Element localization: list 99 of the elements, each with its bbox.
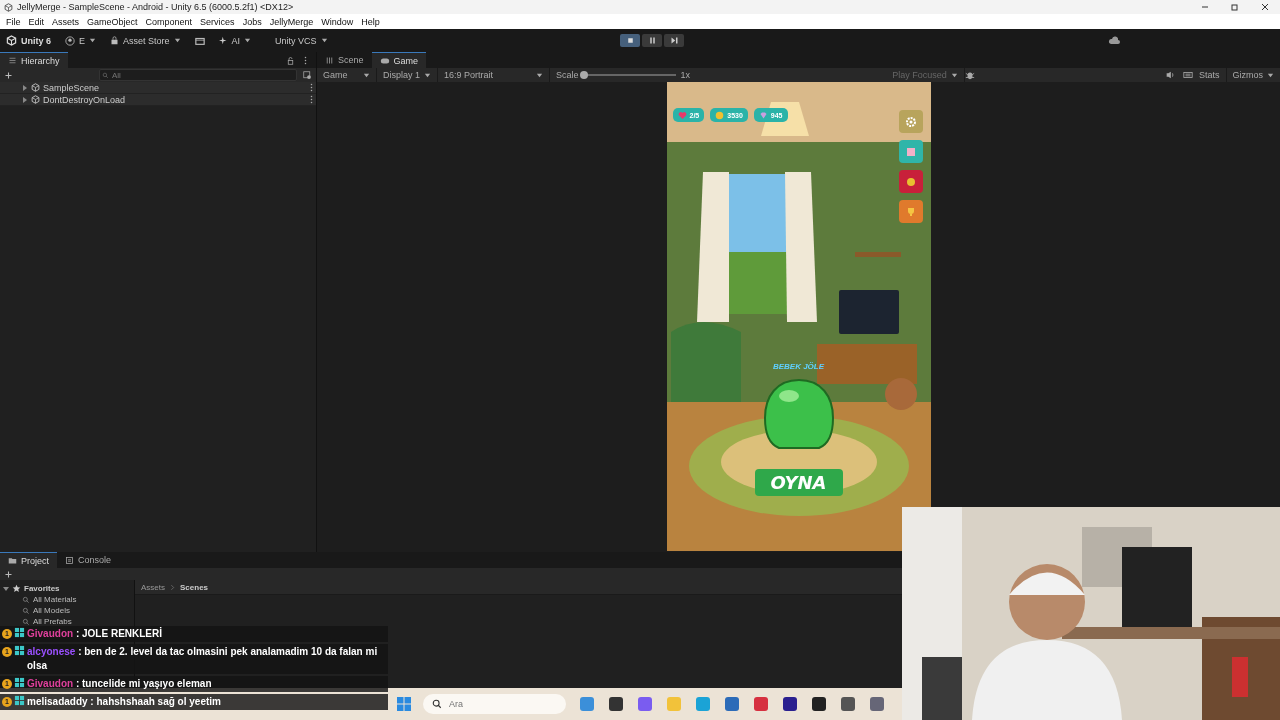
tree-item[interactable]: Favorites <box>24 584 60 593</box>
panel-tab[interactable]: Console <box>57 552 120 568</box>
panel-tab[interactable]: Project <box>0 552 57 568</box>
menu-item[interactable]: Help <box>357 16 384 27</box>
tree-item[interactable]: All Models <box>33 606 70 615</box>
expand-arrow-icon[interactable] <box>22 96 28 103</box>
menu-item[interactable]: JellyMerge <box>265 16 318 27</box>
cube-icon <box>6 35 17 46</box>
search-icon <box>102 71 109 79</box>
chat-message: Givaudon : tuncelide mi yaşıyo eleman <box>27 677 213 691</box>
bug-icon <box>964 70 975 80</box>
search-icon <box>22 617 30 626</box>
cube-icon <box>31 83 40 92</box>
breadcrumb-item[interactable]: Assets <box>141 582 165 592</box>
chat-message: melisadaddy : hahshshaah sağ ol yeetim <box>27 695 222 709</box>
app-icon[interactable] <box>606 694 625 714</box>
menu-item[interactable]: Assets <box>48 16 84 27</box>
scale-label: Scale <box>556 70 579 80</box>
menu-item[interactable]: Services <box>196 16 239 27</box>
bag-icon <box>110 36 120 45</box>
app-icon[interactable] <box>809 694 828 714</box>
play-control[interactable] <box>642 34 662 47</box>
cube-icon <box>31 95 40 104</box>
caret-icon <box>950 71 958 79</box>
audio-icon <box>1165 70 1175 80</box>
step-icon <box>669 36 679 45</box>
app-icon[interactable] <box>838 694 857 714</box>
chat-message: Givaudon : JOLE RENKLERİ <box>27 627 164 641</box>
ai-button[interactable]: AI <box>218 35 252 46</box>
tree-item[interactable]: All Prefabs <box>33 617 72 626</box>
menu-item[interactable]: Component <box>141 16 197 27</box>
pause-icon <box>647 36 657 45</box>
chat-message: alcyonese : ben de 2. level da tac olmasini pek analamadim 10 da falan mi olsa <box>27 645 379 673</box>
caret-icon <box>1267 71 1274 79</box>
breadcrumb-item[interactable]: Scenes <box>180 582 209 592</box>
menu-item[interactable]: GameObject <box>83 16 142 27</box>
caret-icon <box>89 37 97 44</box>
chevron-icon <box>169 583 176 591</box>
search-icon <box>22 606 30 615</box>
view-tab[interactable]: Game <box>371 52 427 68</box>
display-dropdown[interactable]: Display 1 <box>377 68 438 82</box>
asset-store-button[interactable]: Asset Store <box>110 35 181 46</box>
star-icon <box>12 584 21 593</box>
gizmos-dropdown[interactable]: Gizmos <box>1226 68 1280 82</box>
search-icon <box>432 699 442 709</box>
caret-icon <box>363 71 370 79</box>
add-icon <box>4 70 13 80</box>
account-button[interactable]: E <box>65 35 97 46</box>
taskbar-search[interactable]: Ara <box>423 694 566 714</box>
cube-icon <box>4 2 13 12</box>
caret-icon <box>320 37 328 44</box>
menu-item[interactable]: Jobs <box>238 16 266 27</box>
tree-item[interactable]: All Materials <box>33 595 77 604</box>
add-icon <box>4 569 13 579</box>
grid-icon <box>325 55 334 65</box>
app-icon[interactable] <box>780 694 799 714</box>
hierarchy-tab[interactable]: Hierarchy <box>0 52 68 68</box>
console-icon <box>65 555 74 565</box>
package-button[interactable] <box>194 35 205 46</box>
menu-item[interactable]: Edit <box>24 16 49 27</box>
caret-icon <box>244 37 252 44</box>
unity-button[interactable]: Unity 6 <box>6 35 51 46</box>
chat-app-icon <box>14 627 25 638</box>
expand-arrow-icon[interactable] <box>22 84 28 91</box>
restore-icon <box>1231 3 1239 11</box>
aspect-dropdown[interactable]: 16:9 Portrait <box>438 68 550 82</box>
chat-app-icon <box>14 695 25 706</box>
caret-icon <box>536 71 543 79</box>
close-icon <box>1261 3 1269 11</box>
menu-item[interactable]: File <box>2 16 25 27</box>
chat-app-icon <box>14 645 25 656</box>
caret-icon <box>424 71 431 79</box>
search-icon <box>22 595 30 604</box>
scene-picker-icon <box>303 70 312 80</box>
menu-item[interactable]: Window <box>317 16 358 27</box>
folder-icon <box>8 556 17 565</box>
chat-app-icon <box>14 677 25 688</box>
vcs-button[interactable]: Unity VCS <box>275 35 328 46</box>
cloud-icon <box>1108 34 1120 47</box>
window-title: JellyMerge - SampleScene - Android - Unity 6.5 (6000.5.2f1) <DX12> <box>17 2 295 12</box>
stats-button[interactable]: Stats <box>1193 68 1227 82</box>
list-icon <box>8 56 17 65</box>
search-field[interactable]: All <box>99 69 297 81</box>
sparkle-icon <box>218 36 228 45</box>
caret-icon <box>173 37 181 44</box>
view-mode-dropdown[interactable]: Game <box>317 68 377 82</box>
box-icon <box>194 35 205 46</box>
user-icon <box>65 35 75 46</box>
zoom-value: 1x <box>680 70 691 80</box>
play-control[interactable] <box>620 34 640 47</box>
slider-thumb[interactable] <box>579 71 588 79</box>
minimize-icon <box>1201 3 1209 11</box>
stop-icon <box>625 36 635 45</box>
play-control[interactable] <box>664 34 684 47</box>
lock-icon <box>286 55 295 65</box>
start-button[interactable] <box>394 694 413 714</box>
expand-arrow-icon[interactable] <box>3 585 9 592</box>
view-tab[interactable]: Scene <box>317 52 372 68</box>
keyboard-icon <box>1183 70 1193 80</box>
